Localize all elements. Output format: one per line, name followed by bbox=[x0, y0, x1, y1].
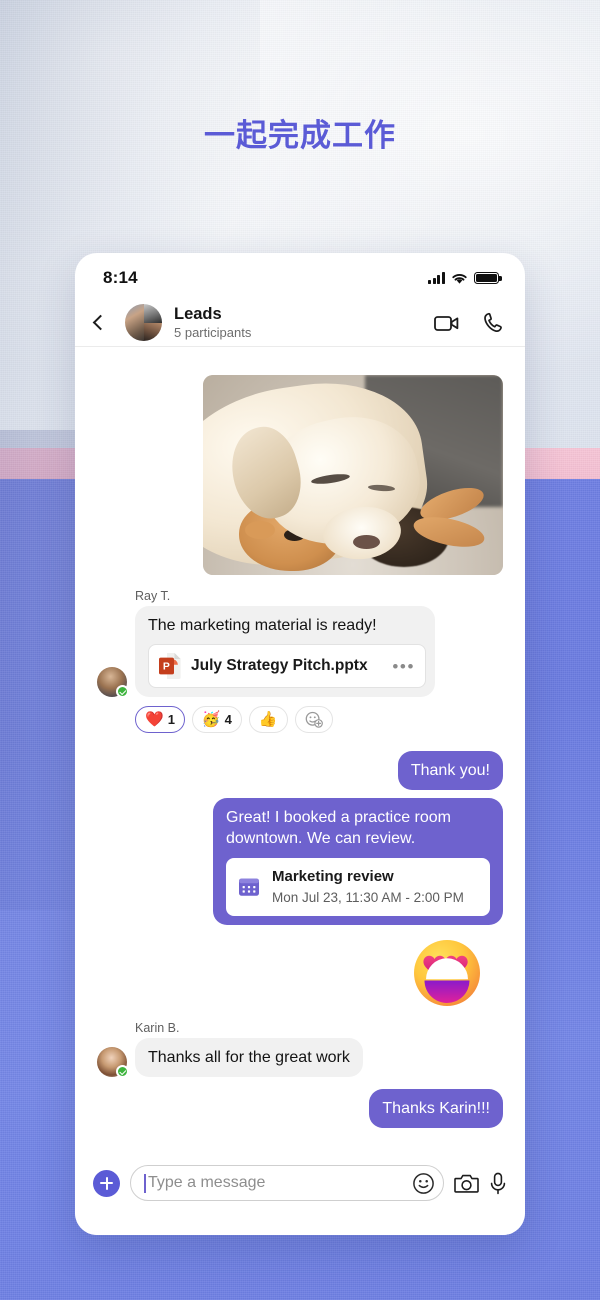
powerpoint-file-icon: P bbox=[159, 653, 181, 680]
message-bubble-thanks-karin[interactable]: Thanks Karin!!! bbox=[369, 1089, 503, 1129]
message-bubble-thank-you[interactable]: Thank you! bbox=[397, 751, 503, 791]
incoming-message-karin: Karin B. Thanks all for the great work bbox=[97, 1021, 503, 1079]
outgoing-message-booking-row: Great! I booked a practice room downtown… bbox=[97, 798, 503, 926]
photo-plush-toy-snout bbox=[245, 521, 275, 539]
file-attachment-card[interactable]: P July Strategy Pitch.pptx ••• bbox=[148, 644, 426, 689]
page-headline: 一起完成工作 bbox=[204, 118, 396, 153]
sender-name-ray: Ray T. bbox=[135, 589, 171, 603]
back-button[interactable] bbox=[91, 314, 121, 331]
file-name-label: July Strategy Pitch.pptx bbox=[191, 656, 368, 674]
message-row-ray: The marketing material is ready! P July … bbox=[97, 606, 503, 699]
text-cursor bbox=[144, 1173, 146, 1193]
battery-full-icon bbox=[474, 271, 502, 285]
reaction-thumbs-up[interactable]: 👍 bbox=[248, 706, 288, 734]
karin-avatar[interactable] bbox=[97, 1047, 129, 1079]
reactions-bar: ❤️ 1 🥳 4 👍 bbox=[135, 706, 503, 734]
reaction-count-party: 4 bbox=[224, 712, 232, 728]
camera-icon[interactable] bbox=[454, 1173, 479, 1194]
chat-participants-count: 5 participants bbox=[174, 325, 252, 341]
presence-available-badge-karin bbox=[116, 1065, 129, 1079]
calendar-event-title: Marketing review bbox=[272, 868, 394, 886]
status-bar: 8:14 bbox=[75, 253, 525, 299]
add-reaction-button[interactable] bbox=[294, 706, 333, 734]
photo-dog-nose bbox=[353, 535, 380, 549]
add-attachment-icon[interactable] bbox=[93, 1169, 120, 1197]
avatar-photo-2 bbox=[143, 304, 162, 323]
message-input-wrapper[interactable] bbox=[130, 1165, 444, 1201]
wifi-icon bbox=[452, 273, 467, 284]
reaction-heart[interactable]: ❤️ 1 bbox=[135, 706, 185, 734]
page-root: 一起完成工作 8:14 Leads 5 participants Ray T. … bbox=[0, 0, 600, 1300]
file-more-options-icon[interactable]: ••• bbox=[392, 658, 415, 675]
cellular-bars-icon bbox=[428, 272, 445, 284]
message-bubble-booking[interactable]: Great! I booked a practice room downtown… bbox=[213, 798, 503, 926]
message-bubble-ray[interactable]: The marketing material is ready! P July … bbox=[135, 606, 435, 698]
group-avatar[interactable] bbox=[125, 304, 162, 341]
microphone-icon[interactable] bbox=[489, 1172, 507, 1195]
heart-reaction-icon: ❤️ bbox=[145, 711, 164, 729]
phone-call-icon[interactable] bbox=[483, 312, 503, 333]
calendar-event-text: Marketing review Mon Jul 23, 11:30 AM - … bbox=[272, 867, 464, 907]
photo-message-row bbox=[97, 375, 503, 575]
reaction-party[interactable]: 🥳 4 bbox=[191, 706, 242, 734]
dog-photo-attachment[interactable] bbox=[203, 375, 503, 575]
outgoing-message-thanks-karin-row: Thanks Karin!!! bbox=[97, 1089, 503, 1129]
message-composer bbox=[75, 1149, 525, 1235]
reaction-count-heart: 1 bbox=[167, 712, 175, 728]
sticker-message-row bbox=[97, 935, 503, 1011]
chat-header-actions bbox=[434, 312, 503, 333]
back-chevron-icon bbox=[92, 314, 109, 331]
message-text-ray: The marketing material is ready! bbox=[148, 617, 377, 634]
incoming-message-ray: Ray T. The marketing material is ready! bbox=[97, 589, 503, 734]
add-reaction-icon bbox=[305, 711, 323, 728]
svg-text:P: P bbox=[163, 662, 170, 673]
ray-avatar[interactable] bbox=[97, 667, 129, 699]
sender-name-karin: Karin B. bbox=[135, 1021, 180, 1036]
calendar-event-card[interactable]: Marketing review Mon Jul 23, 11:30 AM - … bbox=[226, 858, 490, 917]
video-call-icon[interactable] bbox=[434, 314, 459, 332]
emoji-picker-icon[interactable] bbox=[412, 1172, 435, 1195]
status-bar-clock: 8:14 bbox=[103, 268, 138, 287]
message-row-karin: Thanks all for the great work bbox=[97, 1038, 503, 1079]
message-thread: Ray T. The marketing material is ready! bbox=[75, 347, 525, 1142]
avatar-photo-3 bbox=[143, 322, 162, 341]
avatar-photo-1 bbox=[125, 304, 144, 341]
chat-title: Leads bbox=[174, 304, 222, 323]
presence-available-badge bbox=[116, 685, 129, 699]
outgoing-message-thankyou-row: Thank you! bbox=[97, 751, 503, 791]
calendar-event-time: Mon Jul 23, 11:30 AM - 2:00 PM bbox=[272, 890, 464, 906]
calendar-icon bbox=[239, 878, 259, 897]
phone-mockup: 8:14 Leads 5 participants Ray T. The mar… bbox=[75, 253, 525, 1235]
search-input message-input[interactable] bbox=[148, 1174, 412, 1192]
chat-header: Leads 5 participants bbox=[75, 299, 525, 347]
chat-header-text[interactable]: Leads 5 participants bbox=[174, 305, 251, 341]
message-text-booking: Great! I booked a practice room downtown… bbox=[226, 809, 451, 848]
status-bar-icons bbox=[428, 271, 502, 285]
thumbs-up-reaction-icon: 👍 bbox=[258, 711, 278, 729]
message-bubble-karin[interactable]: Thanks all for the great work bbox=[135, 1038, 363, 1078]
heart-eyes-emoji-sticker[interactable] bbox=[409, 935, 485, 1011]
party-face-reaction-icon: 🥳 bbox=[201, 711, 221, 729]
